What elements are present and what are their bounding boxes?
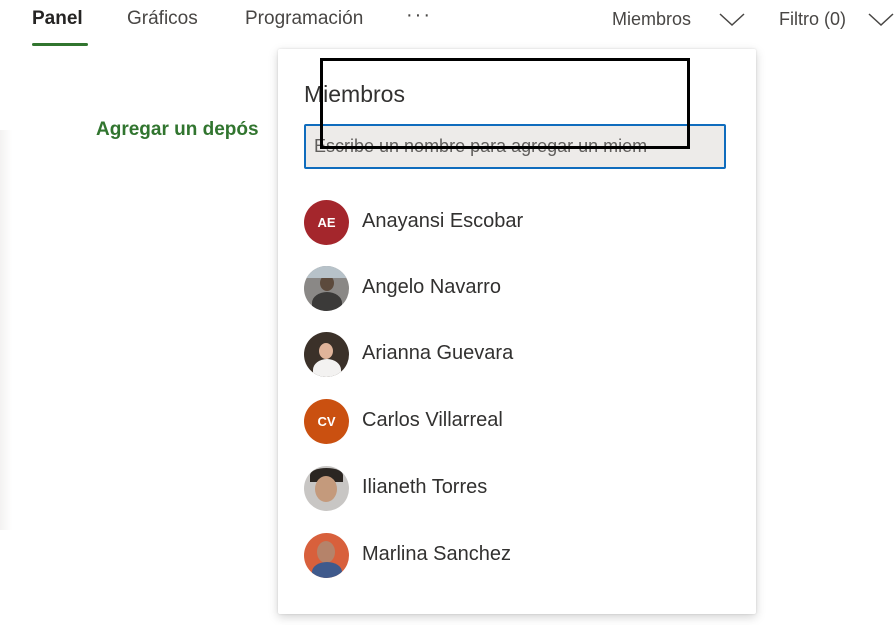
member-item-ilianeth-torres[interactable]: Ilianeth Torres (304, 466, 734, 512)
chevron-down-icon[interactable] (719, 13, 745, 27)
tab-panel[interactable]: Panel (32, 6, 83, 32)
members-dropdown[interactable]: Miembros (612, 6, 691, 32)
member-name: Marlina Sanchez (362, 543, 511, 565)
top-navigation: Panel Gráficos Programación ··· Miembros… (0, 0, 896, 48)
avatar: AE (304, 200, 349, 245)
member-name: Carlos Villarreal (362, 409, 503, 431)
avatar (304, 266, 349, 311)
member-item-marlina-sanchez[interactable]: Marlina Sanchez (304, 533, 734, 579)
avatar (304, 332, 349, 377)
filter-dropdown[interactable]: Filtro (0) (779, 6, 846, 32)
member-search-input[interactable] (304, 124, 726, 169)
member-name: Angelo Navarro (362, 276, 501, 298)
tab-programacion[interactable]: Programación (245, 6, 363, 32)
board-edge (0, 130, 12, 530)
add-bucket-link[interactable]: Agregar un depós (96, 119, 278, 141)
avatar (304, 466, 349, 511)
active-tab-indicator (32, 43, 88, 46)
members-popup: Miembros AE Anayansi Escobar Angelo Nava… (278, 49, 756, 614)
member-item-anayansi-escobar[interactable]: AE Anayansi Escobar (304, 200, 734, 246)
more-tabs-button[interactable]: ··· (406, 4, 432, 27)
avatar: CV (304, 399, 349, 444)
popup-title: Miembros (304, 81, 405, 107)
member-name: Ilianeth Torres (362, 476, 488, 498)
tab-graficos[interactable]: Gráficos (127, 6, 198, 32)
member-item-angelo-navarro[interactable]: Angelo Navarro (304, 266, 734, 312)
member-name: Arianna Guevara (362, 342, 514, 364)
avatar (304, 533, 349, 578)
chevron-down-icon[interactable] (868, 13, 894, 27)
member-item-arianna-guevara[interactable]: Arianna Guevara (304, 332, 734, 378)
member-item-carlos-villarreal[interactable]: CV Carlos Villarreal (304, 399, 734, 445)
member-name: Anayansi Escobar (362, 210, 524, 232)
